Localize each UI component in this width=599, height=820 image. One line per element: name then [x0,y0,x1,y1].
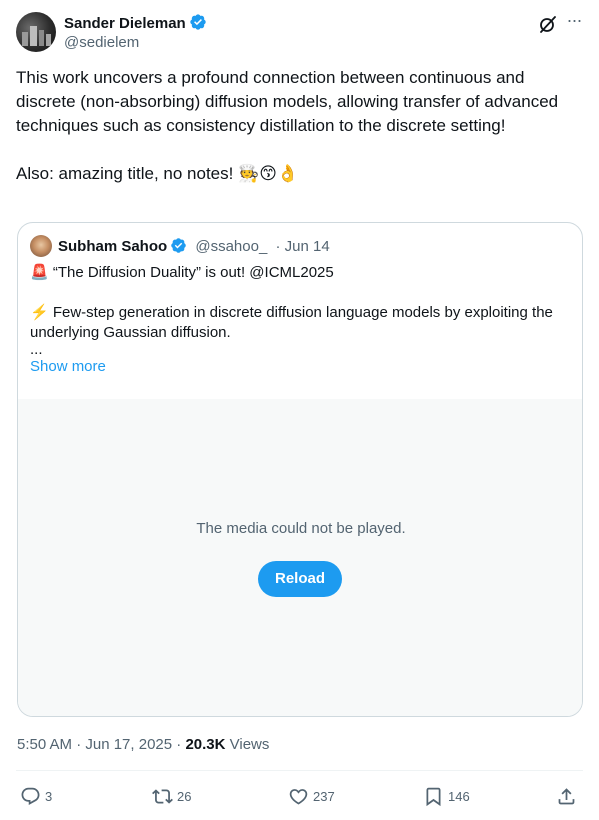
views-label: Views [225,736,270,753]
quoted-author-handle[interactable]: @ssahoo_ [195,238,267,255]
author-name-row[interactable]: Sander Dieleman [64,13,207,34]
like-button[interactable]: 237 [288,783,335,809]
author-name[interactable]: Sander Dieleman [64,15,186,32]
reply-count: 3 [45,788,53,804]
quoted-ellipsis: ... [30,341,43,358]
bookmark-icon [426,787,441,806]
repost-count: 26 [177,788,192,804]
repost-button[interactable]: 26 [152,783,191,809]
verified-icon [171,238,186,253]
reply-button[interactable]: 3 [20,783,52,809]
post-header: Sander Dieleman @sedielem ··· [16,11,584,54]
more-icon[interactable]: ··· [564,11,584,32]
quoted-author-avatar[interactable] [30,235,52,257]
bookmark-button[interactable]: 146 [423,783,470,809]
show-more-link[interactable]: Show more [30,357,570,377]
author-avatar[interactable] [16,12,56,52]
post-text: This work uncovers a profound connection… [16,66,571,186]
media-error-message: The media could not be played. [196,520,406,537]
quoted-author-name[interactable]: Subham Sahoo [58,238,167,255]
post-paragraph: Also: amazing title, no notes! 🧑‍🍳😙👌 [16,164,299,183]
views-count: 20.3K [185,736,226,753]
reply-icon [21,787,40,805]
quoted-author-name-row[interactable]: Subham Sahoo @ssahoo_ · Jun 14 [58,237,330,256]
reload-button[interactable]: Reload [258,561,342,597]
media-player[interactable]: The media could not be played. Reload [18,399,582,716]
post-paragraph: This work uncovers a profound connection… [16,68,559,135]
quoted-line: ⚡️ Few-step generation in discrete diffu… [30,304,553,341]
quoted-post-text: 🚨 “The Diffusion Duality” is out! @ICML2… [30,263,570,377]
verified-icon [190,14,206,30]
share-icon [558,787,575,804]
divider [16,770,583,771]
author-handle[interactable]: @sedielem [64,33,139,53]
quoted-post[interactable]: Subham Sahoo @ssahoo_ · Jun 14 🚨 “The Di… [17,222,583,717]
like-count: 237 [313,788,335,804]
grok-icon[interactable] [538,14,558,34]
post-timestamp[interactable]: 5:50 AM · Jun 17, 2025 · [17,736,185,753]
bookmark-count: 146 [448,788,470,804]
repost-icon [152,788,173,804]
quoted-post-date[interactable]: · Jun 14 [275,238,329,255]
post-metadata: 5:50 AM · Jun 17, 2025 · 20.3K Views [17,735,269,755]
like-icon [289,788,308,805]
share-button[interactable] [556,783,577,809]
action-bar: 3 26 237 146 [16,783,583,809]
quoted-line: 🚨 “The Diffusion Duality” is out! @ICML2… [30,264,334,281]
